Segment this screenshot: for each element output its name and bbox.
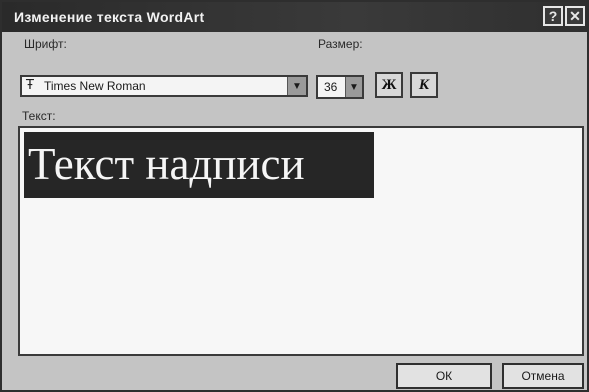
text-editor[interactable]: Текст надписи bbox=[18, 126, 584, 356]
bold-icon: Ж bbox=[381, 76, 397, 93]
font-label: Шрифт: bbox=[24, 37, 67, 51]
help-icon: ? bbox=[548, 8, 558, 24]
chevron-down-icon[interactable]: ▼ bbox=[287, 77, 306, 95]
cancel-button[interactable]: Отмена bbox=[502, 363, 584, 389]
font-select-value: Times New Roman bbox=[44, 79, 146, 93]
truetype-font-icon: Ŧ bbox=[26, 78, 34, 93]
title-bar: Изменение текста WordArt ? ✕ bbox=[2, 2, 587, 32]
bold-button[interactable]: Ж bbox=[375, 72, 403, 98]
italic-icon: К bbox=[418, 76, 430, 93]
chevron-down-icon[interactable]: ▼ bbox=[345, 77, 362, 97]
size-label: Размер: bbox=[318, 37, 363, 51]
italic-button[interactable]: К bbox=[410, 72, 438, 98]
dialog-title: Изменение текста WordArt bbox=[14, 9, 205, 25]
size-select[interactable]: 36 ▼ bbox=[316, 75, 364, 99]
text-label: Текст: bbox=[22, 109, 56, 123]
text-editor-content[interactable]: Текст надписи bbox=[28, 138, 305, 190]
wordart-dialog: Изменение текста WordArt ? ✕ Шрифт: Разм… bbox=[0, 0, 589, 392]
help-button[interactable]: ? bbox=[543, 6, 563, 26]
ok-button[interactable]: ОК bbox=[396, 363, 492, 389]
close-icon: ✕ bbox=[569, 7, 581, 24]
font-select[interactable]: Ŧ Times New Roman ▼ bbox=[20, 75, 308, 97]
close-button[interactable]: ✕ bbox=[565, 6, 585, 26]
size-select-value: 36 bbox=[324, 80, 338, 94]
